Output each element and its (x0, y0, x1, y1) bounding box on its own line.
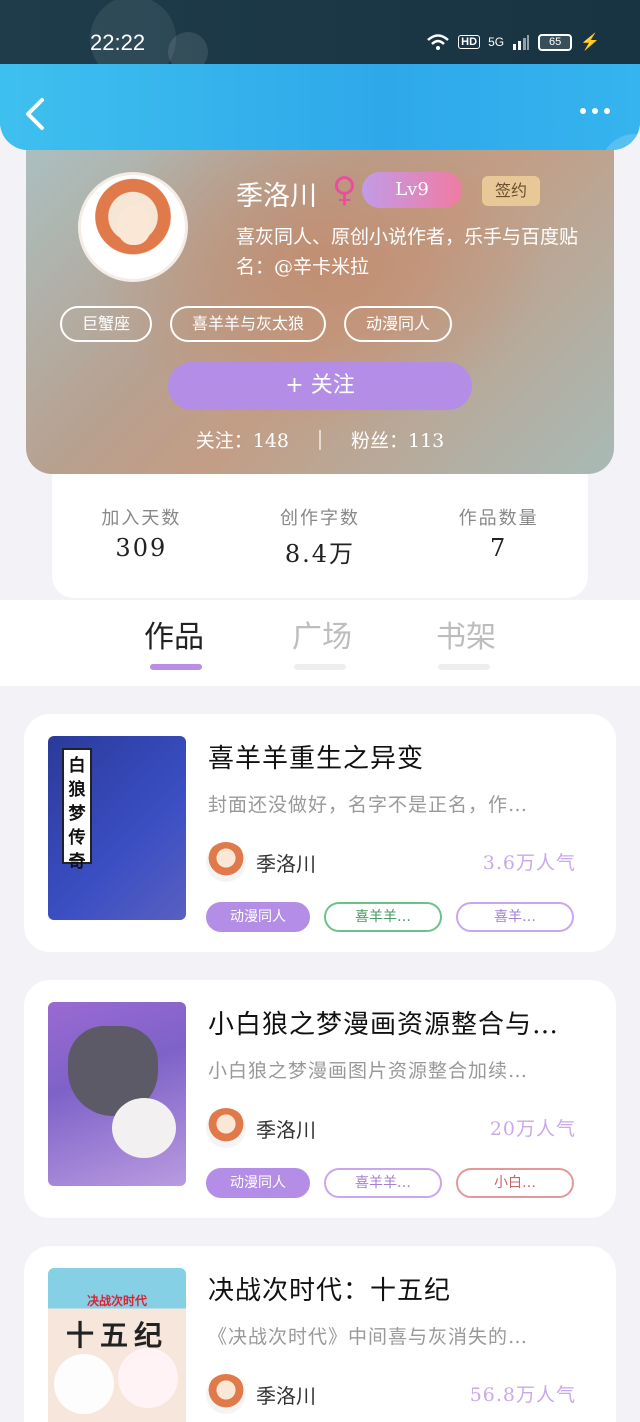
wifi-icon (427, 34, 450, 50)
clock: 22:22 (90, 30, 146, 55)
book-tags: 动漫同人 喜羊羊… 小白… (206, 1168, 574, 1198)
network-label: 5G (488, 35, 505, 49)
book-tag[interactable]: 小白… (456, 1168, 574, 1198)
book-cover[interactable] (48, 1002, 186, 1186)
book-title[interactable]: 决战次时代：十五纪 (208, 1270, 592, 1307)
book-tags: 动漫同人 喜羊羊… 喜羊… (206, 902, 574, 932)
profile-tag[interactable]: 喜羊羊与灰太狼 (170, 306, 327, 342)
profile-card: 季洛川 ♀ Lv9 签约 喜灰同人、原创小说作者，乐手与百度贴 名：@辛卡米拉 … (26, 120, 614, 474)
book-tag[interactable]: 喜羊羊… (324, 1168, 442, 1198)
battery-icon: 65 (538, 33, 573, 51)
book-description: 封面还没做好，名字不是正名，作… (208, 794, 529, 816)
book-description: 小白狼之梦漫画图片资源整合加续… (208, 1060, 529, 1082)
book-description: 《决战次时代》中间喜与灰消失的… (208, 1326, 529, 1348)
stat-label: 加入天数 (101, 508, 182, 529)
cover-subtitle: 十五纪 (65, 1319, 168, 1352)
stat-value: 309 (115, 534, 168, 562)
stat-label: 作品数量 (458, 508, 539, 529)
profile-tags: 巨蟹座 喜羊羊与灰太狼 动漫同人 (60, 306, 453, 342)
popularity: 56.8万人气 (469, 1384, 576, 1406)
signed-badge: 签约 (482, 176, 540, 206)
author-name: 季洛川 (256, 1118, 316, 1142)
divider (319, 429, 321, 450)
app-bar (0, 64, 640, 150)
avatar[interactable] (78, 172, 188, 282)
bio-line-2: 名：@辛卡米拉 (236, 256, 370, 278)
bio-line-1: 喜灰同人、原创小说作者，乐手与百度贴 (236, 226, 579, 248)
popularity: 3.6万人气 (482, 852, 576, 874)
author-name: 季洛川 (256, 1384, 316, 1408)
follow-button[interactable]: + 关注 (168, 362, 472, 410)
book-cover[interactable]: 白狼梦传奇 (48, 736, 186, 920)
book-title[interactable]: 喜羊羊重生之异变 (208, 738, 592, 775)
hd-icon: HD (458, 35, 481, 49)
tab-square[interactable]: 广场 (292, 612, 352, 656)
book-tag[interactable]: 喜羊… (456, 902, 574, 932)
profile-tag[interactable]: 动漫同人 (344, 306, 453, 342)
header: 22:22 HD 5G 65 ⚡ (0, 0, 640, 150)
author-name: 季洛川 (256, 852, 316, 876)
back-icon[interactable] (22, 96, 48, 132)
level-badge: Lv9 (362, 172, 462, 208)
tab-bookshelf[interactable]: 书架 (436, 612, 496, 656)
author-avatar (206, 1108, 246, 1148)
tab-indicator-inactive (294, 664, 346, 670)
book-cover[interactable]: 决战次时代 十五纪 (48, 1268, 186, 1422)
cover-title: 白狼梦传奇 (62, 748, 92, 872)
profile-tag[interactable]: 巨蟹座 (60, 306, 153, 342)
book-tag[interactable]: 动漫同人 (206, 902, 310, 932)
book-card[interactable]: 小白狼之梦漫画资源整合与… 小白狼之梦漫画图片资源整合加续… 季洛川 20万人气… (24, 980, 616, 1218)
cover-title: 决战次时代 (86, 1294, 147, 1308)
tab-indicator-inactive (438, 664, 490, 670)
stat-value: 8.4万 (284, 540, 356, 568)
fans-count[interactable]: 粉丝：113 (351, 426, 444, 453)
book-title[interactable]: 小白狼之梦漫画资源整合与… (208, 1004, 592, 1041)
decor-bubble (600, 134, 640, 150)
author-avatar (206, 1374, 246, 1414)
follow-counts: 关注：148 粉丝：113 (26, 426, 614, 453)
status-bar: 22:22 HD 5G 65 ⚡ (0, 0, 640, 82)
book-tag[interactable]: 动漫同人 (206, 1168, 310, 1198)
more-icon[interactable] (580, 108, 610, 114)
female-icon: ♀ (332, 170, 357, 210)
stats-card: 加入天数 309 创作字数 8.4万 作品数量 7 (52, 474, 588, 598)
book-card[interactable]: 决战次时代 十五纪 决战次时代：十五纪 《决战次时代》中间喜与灰消失的… 季洛川… (24, 1246, 616, 1422)
cover-art-sheep (118, 1348, 178, 1408)
popularity: 20万人气 (489, 1118, 576, 1140)
stat-word-count: 创作字数 8.4万 (280, 504, 360, 569)
avatar-face (117, 205, 151, 245)
stat-value: 7 (490, 534, 508, 562)
book-card[interactable]: 白狼梦传奇 喜羊羊重生之异变 封面还没做好，名字不是正名，作… 季洛川 3.6万… (24, 714, 616, 952)
cover-art-sheep (54, 1354, 114, 1414)
book-tag[interactable]: 喜羊羊… (324, 902, 442, 932)
tab-indicator (150, 664, 202, 670)
cover-art-sheep (112, 1098, 176, 1158)
stat-label: 创作字数 (279, 508, 360, 529)
following-count[interactable]: 关注：148 (196, 426, 289, 453)
system-icons: HD 5G 65 ⚡ (426, 32, 600, 52)
stat-join-days: 加入天数 309 (101, 504, 181, 562)
author-avatar (206, 842, 246, 882)
username: 季洛川 (236, 181, 317, 212)
charging-icon: ⚡ (580, 34, 600, 51)
signal-icon (513, 35, 530, 50)
tab-works[interactable]: 作品 (144, 612, 204, 656)
stat-works-count: 作品数量 7 (459, 504, 539, 562)
